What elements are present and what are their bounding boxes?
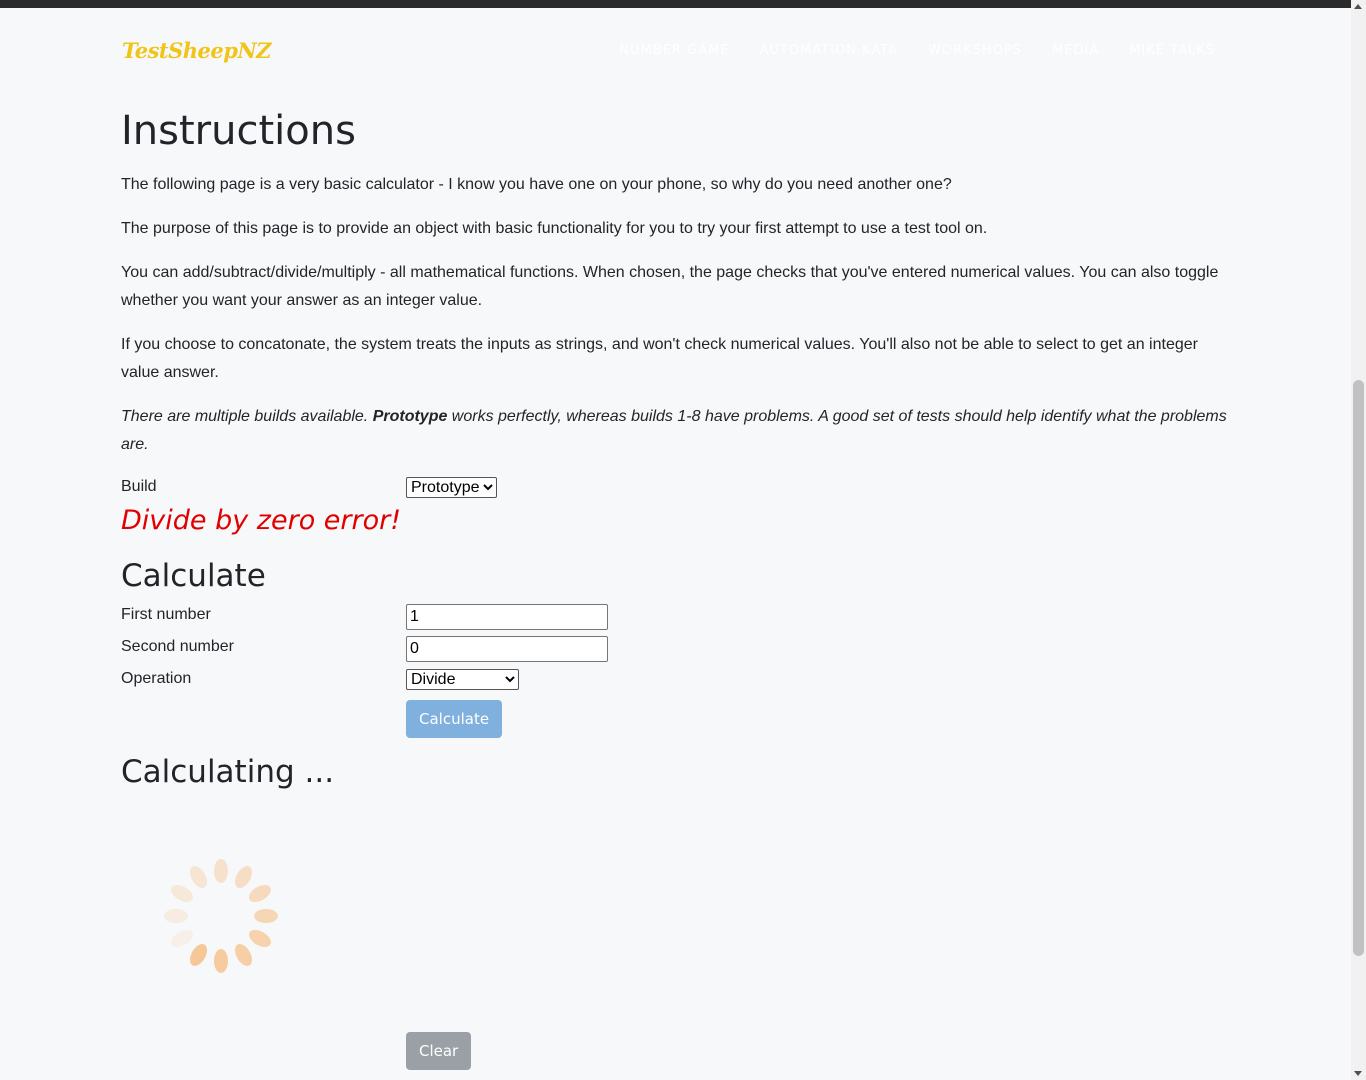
spinner-petal	[234, 866, 253, 888]
build-select[interactable]: Prototype	[406, 477, 497, 498]
nav-link-media[interactable]: MEDIA	[1052, 43, 1099, 58]
spinner-petal	[189, 944, 208, 966]
builds-note-start: There are multiple builds available.	[121, 408, 373, 425]
instructions-paragraph-3: You can add/subtract/divide/multiply - a…	[121, 264, 1219, 309]
scrollbar[interactable]	[1351, 0, 1366, 1080]
instructions-paragraph-1: The following page is a very basic calcu…	[121, 176, 952, 193]
nav-link-number-game[interactable]: NUMBER GAME	[619, 43, 729, 58]
calculating-heading: Calculating ...	[121, 754, 335, 790]
instructions-paragraph-2: The purpose of this page is to provide a…	[121, 220, 988, 237]
navbar: TestSheepNZ NUMBER GAME AUTOMATION KATA …	[0, 8, 1351, 96]
operation-select[interactable]: Divide	[406, 669, 519, 690]
first-number-label: First number	[121, 606, 211, 623]
spinner-petal	[171, 884, 193, 903]
scroll-down-arrow-icon[interactable]	[1354, 1071, 1362, 1076]
spinner-petal	[254, 909, 278, 923]
operation-label: Operation	[121, 670, 192, 687]
spinner-petal	[171, 929, 193, 948]
error-message: Divide by zero error!	[121, 505, 402, 536]
spinner-petal	[249, 929, 271, 948]
calculate-button[interactable]: Calculate	[406, 700, 503, 738]
nav-link-mike-talks[interactable]: MIKE TALKS	[1129, 43, 1215, 58]
scroll-up-arrow-icon[interactable]	[1354, 4, 1362, 9]
nav-links: NUMBER GAME AUTOMATION KATA WORKSHOPS ME…	[619, 43, 1215, 58]
second-number-label: Second number	[121, 638, 234, 655]
spinner-petal	[214, 949, 228, 973]
brand-logo[interactable]: TestSheepNZ	[122, 38, 271, 63]
spinner-petal	[189, 866, 208, 888]
nav-link-workshops[interactable]: WORKSHOPS	[928, 43, 1022, 58]
top-strip	[0, 0, 1351, 8]
spinner-petal	[164, 909, 188, 923]
prototype-emphasis: Prototype	[372, 408, 448, 425]
first-number-field[interactable]	[406, 604, 608, 630]
spinner-petal	[234, 944, 253, 966]
second-number-field[interactable]	[406, 636, 608, 662]
spinner-petal	[214, 859, 228, 883]
clear-button[interactable]: Clear	[406, 1032, 472, 1070]
calculate-heading: Calculate	[121, 558, 266, 594]
scrollbar-thumb[interactable]	[1353, 380, 1364, 956]
spinner-petal	[249, 884, 271, 903]
instructions-paragraph-4: If you choose to concatonate, the system…	[121, 336, 1198, 381]
nav-link-automation-kata[interactable]: AUTOMATION KATA	[760, 43, 899, 58]
page-title: Instructions	[121, 108, 356, 154]
build-label: Build	[121, 478, 157, 495]
loading-spinner-icon	[164, 859, 278, 973]
instructions-paragraph-5: There are multiple builds available. Pro…	[121, 403, 1231, 459]
